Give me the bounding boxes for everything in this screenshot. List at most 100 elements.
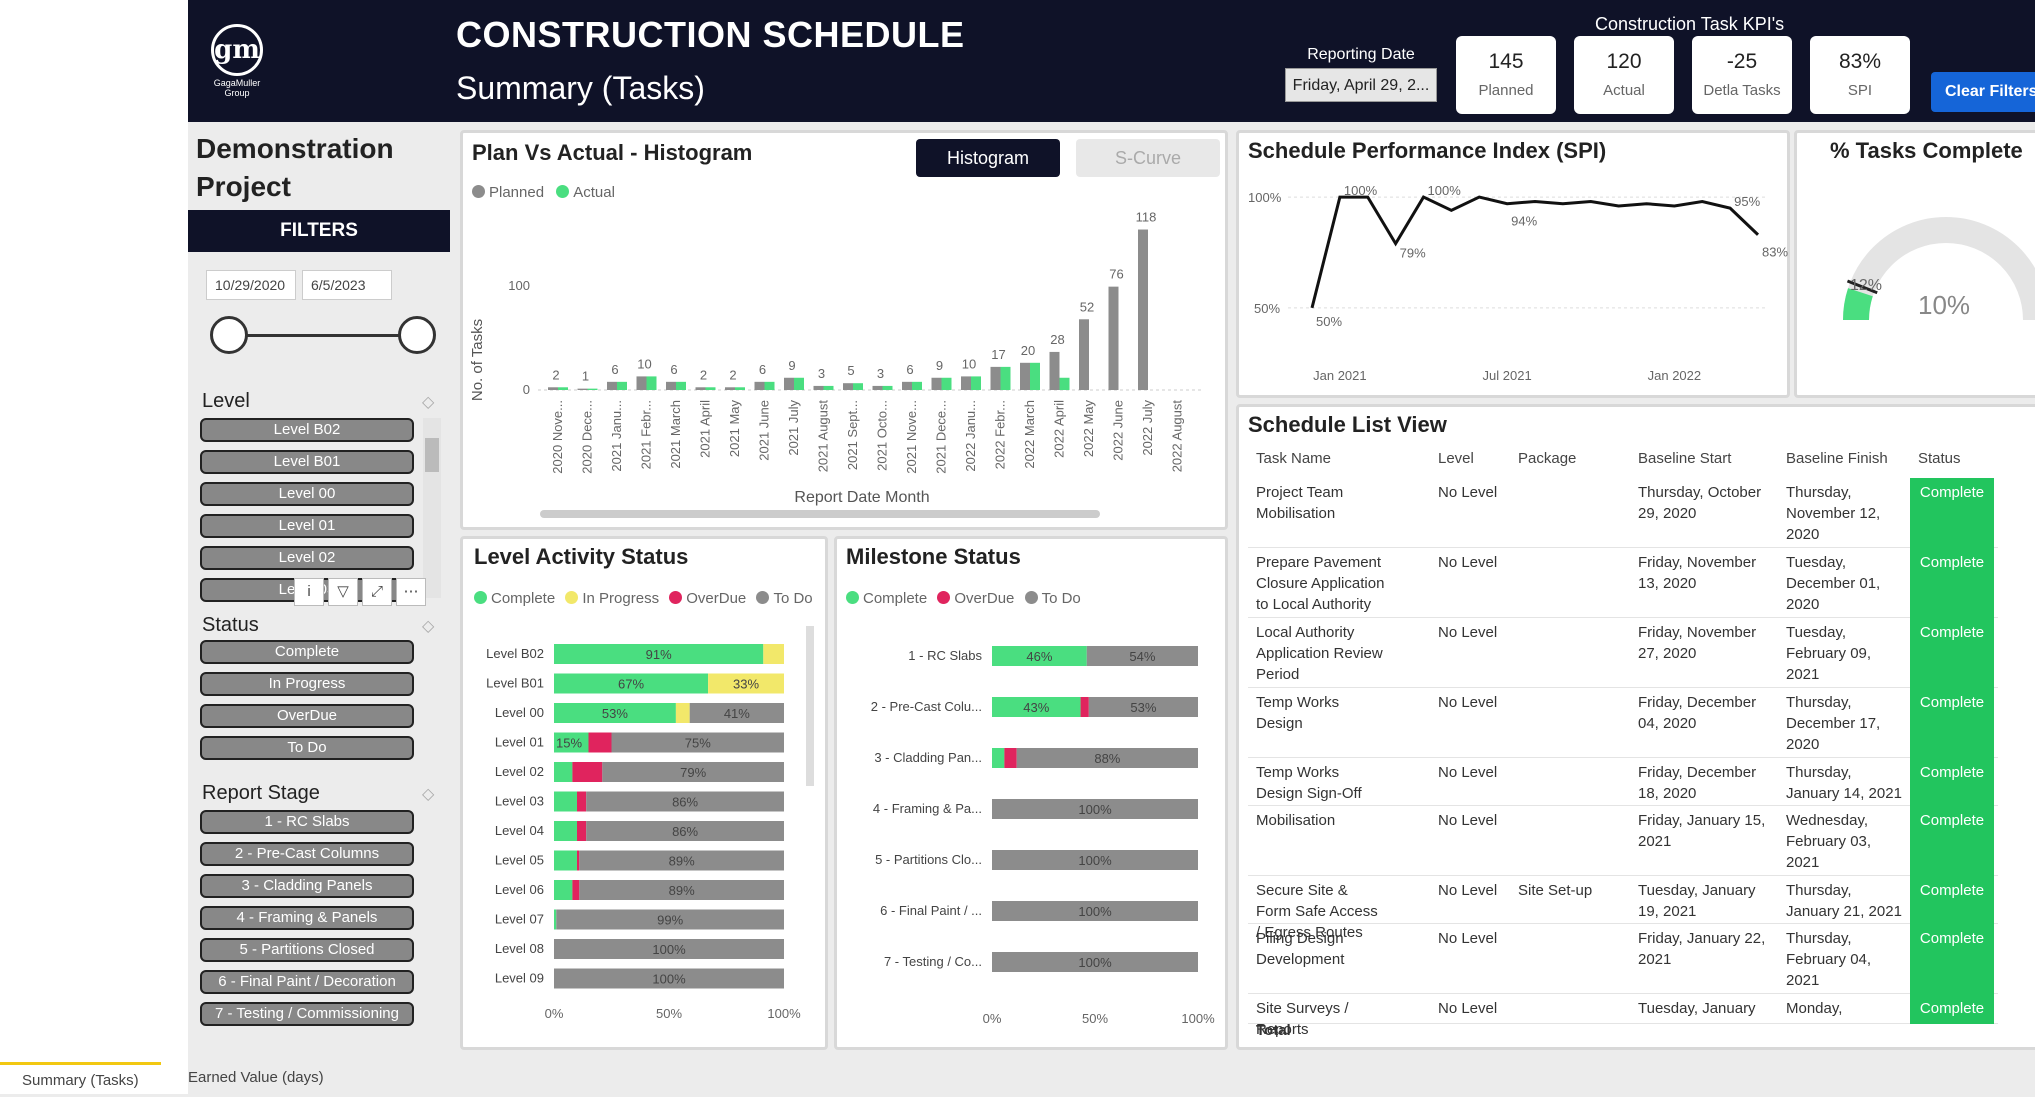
x-tick-label: 2021 June: [757, 400, 772, 461]
stage-option[interactable]: 2 - Pre-Cast Columns: [200, 842, 414, 866]
table-row[interactable]: Local Authority Application Review Perio…: [1248, 618, 1998, 688]
actual-bar: [971, 376, 981, 390]
status-badge: Complete: [1910, 806, 1994, 876]
bar-value-label: 17: [991, 347, 1005, 362]
level-option[interactable]: Level 02: [200, 546, 414, 570]
slider-start-handle[interactable]: [210, 316, 248, 354]
stage-option[interactable]: 1 - RC Slabs: [200, 810, 414, 834]
stage-option[interactable]: 5 - Partitions Closed: [200, 938, 414, 962]
level-scroll-thumb[interactable]: [425, 438, 439, 472]
scurve-toggle-button[interactable]: S-Curve: [1076, 139, 1220, 177]
eraser-icon[interactable]: ◇: [422, 392, 434, 412]
legend-swatch: [565, 591, 579, 604]
table-row[interactable]: Temp Works Design Sign-Off No Level Friday…: [1248, 758, 1998, 806]
level-filter-title: Level: [202, 390, 250, 412]
column-header[interactable]: Baseline Start: [1638, 450, 1731, 467]
planned-bar: [1108, 286, 1119, 390]
date-from-input[interactable]: 10/29/2020: [206, 270, 296, 300]
page-title: CONSTRUCTION SCHEDULE: [456, 14, 965, 55]
date-to-input[interactable]: 6/5/2023: [302, 270, 392, 300]
cell-finish: Thursday, February 04, 2021: [1786, 930, 1872, 989]
x-tick-label: 50%: [1082, 1011, 1108, 1026]
table-row[interactable]: Secure Site & Form Safe Access / Egress …: [1248, 876, 1998, 941]
column-header[interactable]: Status: [1918, 450, 1961, 467]
category-label: Level B02: [486, 646, 544, 661]
histogram-scrollbar[interactable]: [540, 510, 1100, 518]
planned-bar: [902, 381, 912, 390]
table-row[interactable]: Prepare Pavement Closure Application to …: [1248, 548, 1998, 618]
eraser-icon[interactable]: ◇: [422, 616, 434, 636]
gauge-fill: [1843, 288, 1873, 321]
kpi-value: 145: [1488, 50, 1524, 73]
page-subtitle: Summary (Tasks): [456, 70, 705, 106]
stage-option[interactable]: 3 - Cladding Panels: [200, 874, 414, 898]
status-option[interactable]: In Progress: [200, 672, 414, 696]
segment-value-label: 86%: [672, 795, 698, 810]
level-activity-legend: Complete In Progress OverDue To Do: [474, 590, 813, 607]
stack-segment: [1080, 697, 1089, 717]
x-tick-label: 2022 April: [1052, 400, 1067, 458]
clear-filters-button[interactable]: Clear Filters: [1931, 72, 2035, 112]
status-option[interactable]: OverDue: [200, 704, 414, 728]
bar-value-label: 5: [847, 363, 854, 378]
stage-option[interactable]: 7 - Testing / Commissioning: [200, 1002, 414, 1026]
bar-value-label: 28: [1050, 332, 1064, 347]
cell-level: No Level: [1438, 764, 1498, 781]
level-option[interactable]: Level B01: [200, 450, 414, 474]
tab-summary-tasks[interactable]: Summary (Tasks): [0, 1062, 161, 1094]
table-row[interactable]: Site Surveys / Reports No Level Tuesday, J…: [1248, 994, 1998, 1038]
status-option[interactable]: To Do: [200, 736, 414, 760]
gauge-value-label: 10%: [1918, 290, 1970, 320]
date-range-slider[interactable]: [226, 334, 420, 337]
table-row[interactable]: Project Team Mobilisation No Level Thursda…: [1248, 478, 1998, 548]
x-tick-label: 2021 Sept...: [845, 400, 860, 470]
stage-filter-title: Report Stage: [202, 782, 320, 804]
reporting-date-value[interactable]: Friday, April 29, 2...: [1285, 68, 1437, 102]
x-tick-label: 100%: [767, 1006, 801, 1021]
bar-value-label: 9: [788, 358, 795, 373]
category-label: Level 00: [495, 705, 544, 720]
level-option[interactable]: Level B02: [200, 418, 414, 442]
category-label: Level 06: [495, 882, 544, 897]
info-icon[interactable]: i: [294, 578, 324, 606]
left-margin: [0, 0, 188, 1094]
focus-mode-icon[interactable]: ⤢: [362, 578, 392, 606]
segment-value-label: 75%: [685, 736, 711, 751]
milestone-legend: Complete OverDue To Do: [846, 590, 1081, 607]
segment-value-label: 43%: [1023, 700, 1049, 715]
x-tick-label: 2021 July: [786, 400, 801, 456]
stage-option[interactable]: 6 - Final Paint / Decoration: [200, 970, 414, 994]
column-header[interactable]: Baseline Finish: [1786, 450, 1888, 467]
column-header[interactable]: Package: [1518, 450, 1576, 467]
x-tick-label: 0%: [545, 1006, 564, 1021]
table-row[interactable]: Temp Works Design No Level Friday, Decembe…: [1248, 688, 1998, 758]
actual-bar: [1059, 377, 1070, 390]
cell-finish: Thursday, November 12, 2020: [1786, 484, 1881, 543]
column-header[interactable]: Level: [1438, 450, 1474, 467]
level-option[interactable]: Level 01: [200, 514, 414, 538]
table-row[interactable]: Mobilisation No Level Friday, January 15, …: [1248, 806, 1998, 876]
segment-value-label: 100%: [652, 972, 686, 987]
histogram-toggle-button[interactable]: Histogram: [916, 139, 1060, 177]
bar-value-label: 2: [552, 367, 559, 382]
segment-value-label: 91%: [646, 647, 672, 662]
planned-bar: [754, 381, 765, 390]
status-option[interactable]: Complete: [200, 640, 414, 664]
column-header[interactable]: Task Name: [1256, 450, 1331, 467]
filter-icon[interactable]: ▽: [328, 578, 358, 606]
stack-segment: [554, 762, 573, 782]
eraser-icon[interactable]: ◇: [422, 784, 434, 804]
table-row[interactable]: Piling Design Development No Level Friday,…: [1248, 924, 1998, 994]
table-total: Total: [1256, 1022, 1291, 1039]
more-options-icon[interactable]: ⋯: [396, 578, 426, 606]
x-tick-label: Jan 2022: [1648, 368, 1702, 383]
segment-value-label: 33%: [733, 677, 759, 692]
slider-end-handle[interactable]: [398, 316, 436, 354]
cell-task: Temp Works Design: [1256, 694, 1340, 732]
level-option[interactable]: Level 00: [200, 482, 414, 506]
tab-earned-value[interactable]: Earned Value (days): [166, 1062, 346, 1094]
kpi-label: Actual: [1603, 82, 1645, 99]
stage-option[interactable]: 4 - Framing & Panels: [200, 906, 414, 930]
histogram-title: Plan Vs Actual - Histogram: [472, 140, 753, 165]
reporting-date-slicer[interactable]: Reporting Date Friday, April 29, 2...: [1285, 46, 1437, 110]
